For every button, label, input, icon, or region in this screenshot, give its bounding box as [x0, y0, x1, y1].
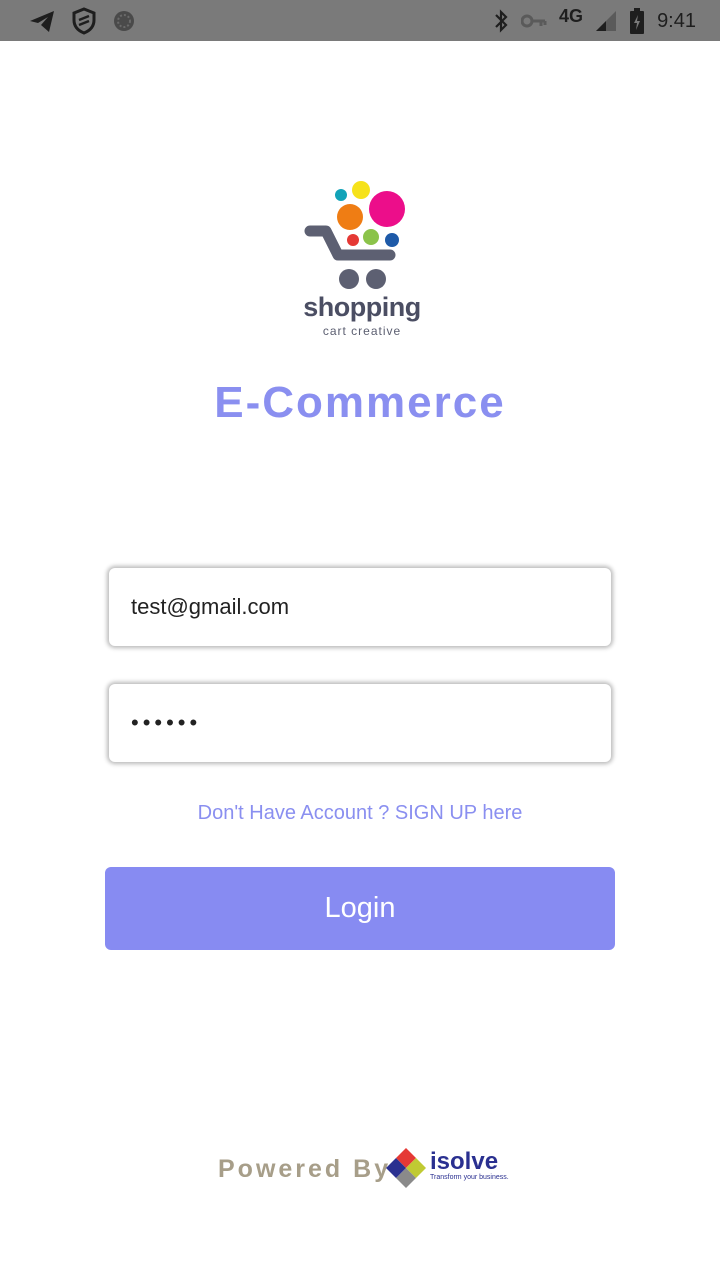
shield-icon: [72, 7, 96, 35]
login-screen: 4G 9:41 shopping cart creative E-Commerc…: [0, 0, 720, 1280]
app-title: E-Commerce: [214, 378, 506, 427]
status-left-icons: [28, 6, 136, 36]
status-time: 9:41: [657, 9, 696, 32]
telegram-icon: [28, 8, 56, 34]
status-right-icons: 4G 9:41: [493, 6, 696, 36]
battery-icon: [629, 7, 645, 35]
bluetooth-icon: [493, 8, 509, 34]
password-field[interactable]: [109, 684, 611, 762]
sync-icon: [112, 9, 136, 33]
network-type: 4G: [559, 5, 584, 26]
isolve-tagline: Transform your business.: [430, 1174, 509, 1181]
shopping-cart-logo: shopping cart creative: [300, 178, 424, 342]
signup-link[interactable]: Don't Have Account ? SIGN UP here: [0, 802, 720, 825]
email-field[interactable]: [109, 568, 611, 646]
isolve-logo: isolve Transform your business.: [384, 1146, 509, 1192]
key-icon: [521, 13, 547, 29]
status-bar: 4G 9:41: [0, 0, 720, 41]
shopping-cart-icon: [304, 181, 405, 289]
isolve-brand-name: isolve: [430, 1148, 499, 1175]
powered-by-label: Powered By: [218, 1155, 392, 1183]
logo-subtitle: cart creative: [322, 324, 402, 338]
isolve-diamond-icon: [386, 1148, 426, 1188]
signal-icon: [595, 10, 617, 32]
login-button[interactable]: Login: [105, 867, 615, 950]
logo-wordmark: shopping: [303, 292, 421, 322]
